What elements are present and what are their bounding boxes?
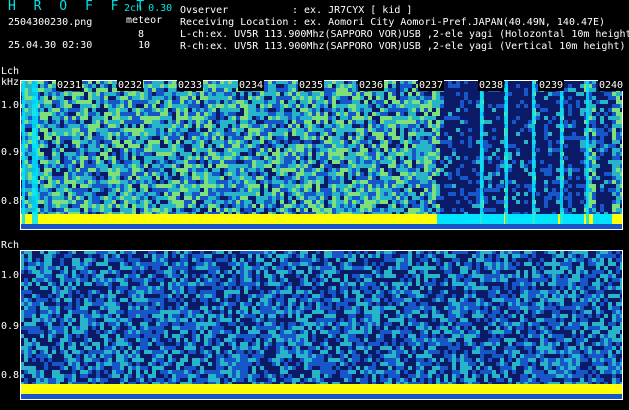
time-tick: 0236 — [358, 80, 385, 91]
lch-spectrogram — [20, 80, 623, 230]
meteor-echo — [532, 80, 535, 224]
meteor-echo — [505, 80, 508, 224]
filename: 2504300230.png — [8, 17, 93, 28]
lch-description: L-ch:ex. UV5R 113.900Mhz(SAPPORO VOR)USB… — [180, 29, 629, 40]
meteor-echo — [586, 80, 589, 224]
lch-ytick-0-9: 0.9 — [1, 147, 20, 158]
mode-label: 2ch 0.30 — [124, 3, 173, 14]
meteor-echo — [35, 80, 38, 224]
carrier-band-cyan — [508, 214, 532, 224]
carrier-band-cyan — [535, 214, 558, 224]
rch-description: R-ch:ex. UV5R 113.900Mhz(SAPPORO VOR)USB… — [180, 41, 626, 52]
time-tick: 0239 — [538, 80, 565, 91]
meteor-count-lch: 8 — [138, 29, 145, 40]
observer-label: Ovserver — [180, 5, 229, 16]
carrier-band — [20, 384, 623, 394]
time-tick: 0240 — [598, 80, 625, 91]
carrier-band-cyan — [482, 214, 504, 224]
location-value: : ex. Aomori City Aomori-Pref.JAPAN(40.4… — [292, 17, 606, 28]
lch-unit: kHz — [1, 77, 20, 88]
rch-ytick-0-9: 0.9 — [1, 321, 20, 332]
meteor-echo — [22, 80, 25, 224]
datetime: 25.04.30 02:30 — [8, 40, 93, 51]
time-tick: 0237 — [418, 80, 445, 91]
lch-label: Lch — [1, 66, 20, 77]
meteor-echo — [560, 80, 563, 224]
time-tick: 0232 — [117, 80, 144, 91]
rch-label: Rch — [1, 240, 20, 251]
time-axis: 0231 0232 0233 0234 0235 0236 0237 0238 … — [20, 80, 625, 92]
meteor-count-rch: 10 — [138, 40, 151, 51]
time-tick: 0235 — [298, 80, 325, 91]
lch-ytick-0-8: 0.8 — [1, 196, 20, 207]
meteor-label: meteor — [126, 15, 163, 26]
time-tick: 0234 — [238, 80, 265, 91]
meteor-echo — [32, 80, 35, 224]
lch-ytick-1-0: 1.0 — [1, 100, 20, 111]
carrier-band-cyan — [437, 214, 480, 224]
location-label: Receiving Location — [180, 17, 289, 28]
rch-ytick-1-0: 1.0 — [1, 270, 20, 281]
meteor-echo — [480, 80, 483, 224]
time-tick: 0231 — [56, 80, 83, 91]
carrier-band-cyan — [563, 214, 584, 224]
carrier-band-cyan — [593, 214, 612, 224]
time-tick: 0233 — [177, 80, 204, 91]
observer-value: : ex. JR7CYX [ kid ] — [292, 5, 413, 16]
rch-ytick-0-8: 0.8 — [1, 370, 20, 381]
time-tick: 0238 — [478, 80, 505, 91]
rch-spectrogram — [20, 250, 623, 400]
